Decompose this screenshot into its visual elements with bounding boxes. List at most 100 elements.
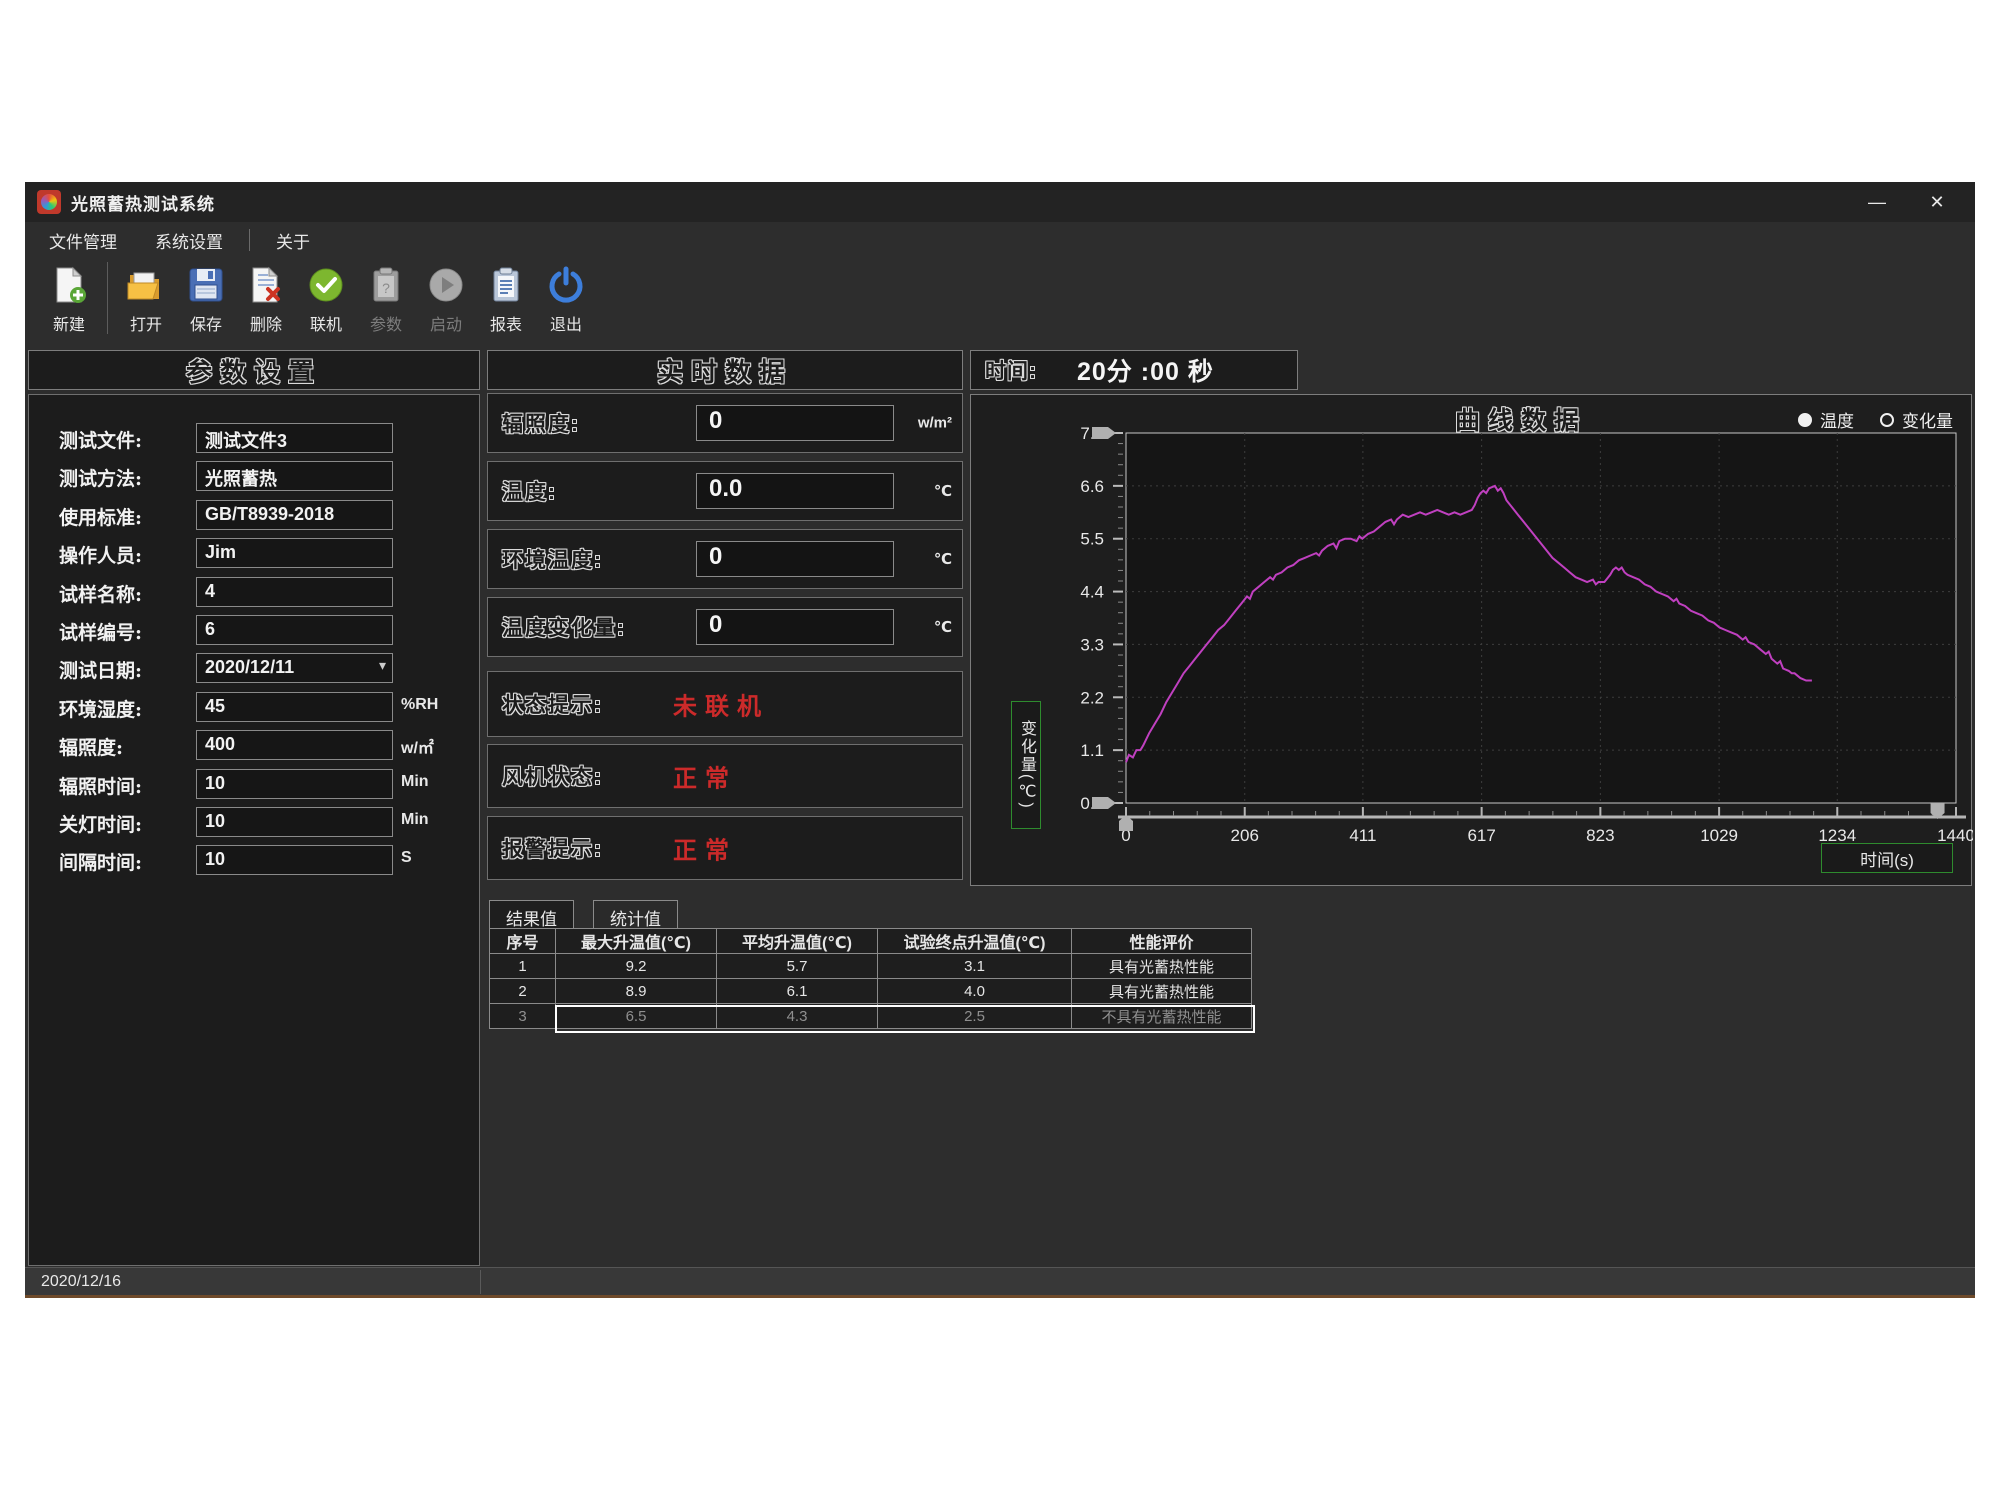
params-panel-header: 参数设置 bbox=[28, 350, 480, 390]
table-column-header: 性能评价 bbox=[1072, 929, 1252, 954]
table-cell: 5.7 bbox=[717, 954, 878, 979]
table-cell: 不具有光蓄热性能 bbox=[1072, 1004, 1252, 1029]
param-row: 操作人员:Jim bbox=[29, 538, 479, 568]
chevron-down-icon[interactable]: ▾ bbox=[379, 657, 386, 674]
menu-about[interactable]: 关于 bbox=[264, 224, 322, 257]
status-bar: 2020/12/16 bbox=[25, 1267, 1975, 1295]
table-column-header: 最大升温值(℃) bbox=[556, 929, 717, 954]
param-input[interactable]: 400 bbox=[196, 730, 393, 760]
title-bar[interactable]: 光照蓄热测试系统 — ✕ bbox=[25, 182, 1975, 222]
connect-button[interactable]: 联机 bbox=[296, 258, 356, 342]
param-input[interactable]: GB/T8939-2018 bbox=[196, 500, 393, 530]
curve-chart-svg[interactable]: 0.01.12.23.34.45.56.67.70206411617823102… bbox=[971, 395, 1973, 887]
curve-chart-panel: 曲线数据 温度 变化量 0.01.12.23.34.45.56.67.70206… bbox=[970, 394, 1972, 886]
delete-button[interactable]: 删除 bbox=[236, 258, 296, 342]
param-row: 关灯时间:10Min bbox=[29, 807, 479, 837]
param-unit: S bbox=[401, 849, 412, 867]
param-input[interactable]: 4 bbox=[196, 577, 393, 607]
param-label: 测试日期: bbox=[59, 656, 199, 683]
status-separator bbox=[480, 1270, 481, 1294]
reading-label: 温度: bbox=[502, 476, 557, 506]
reading-label: 温度变化量: bbox=[502, 612, 626, 642]
save-floppy-icon bbox=[185, 264, 227, 306]
param-unit: w/㎡ bbox=[401, 734, 434, 758]
param-input[interactable]: Jim bbox=[196, 538, 393, 568]
app-icon bbox=[37, 190, 61, 214]
menu-file-management[interactable]: 文件管理 bbox=[37, 224, 129, 257]
param-unit: %RH bbox=[401, 696, 438, 714]
param-row: 辐照度:400w/㎡ bbox=[29, 730, 479, 760]
param-input[interactable]: 测试文件3 bbox=[196, 423, 393, 453]
table-cell: 4.0 bbox=[878, 979, 1072, 1004]
svg-text:4.4: 4.4 bbox=[1080, 583, 1104, 602]
svg-text:3.3: 3.3 bbox=[1080, 635, 1104, 654]
timer-value: 20分 :00 秒 bbox=[1077, 352, 1214, 388]
reading-value: 0 bbox=[696, 609, 894, 645]
table-cell: 1 bbox=[490, 954, 556, 979]
tab-result-values[interactable]: 结果值 bbox=[489, 900, 574, 930]
svg-text:1029: 1029 bbox=[1700, 826, 1738, 845]
param-row: 试样编号:6 bbox=[29, 615, 479, 645]
svg-text:206: 206 bbox=[1231, 826, 1259, 845]
table-row[interactable]: 19.25.73.1具有光蓄热性能 bbox=[490, 954, 1252, 979]
menu-bar: 文件管理 系统设置 关于 bbox=[25, 222, 1975, 258]
toolbar: 新建 打开 保存 删除 联机 ? 参数 bbox=[25, 258, 1975, 346]
param-label: 关灯时间: bbox=[59, 810, 199, 837]
reading-unit: ℃ bbox=[934, 618, 952, 636]
minimize-button[interactable]: — bbox=[1847, 182, 1907, 222]
reading-unit: w/m² bbox=[918, 415, 952, 432]
exit-button[interactable]: 退出 bbox=[536, 258, 596, 342]
param-row: 间隔时间:10S bbox=[29, 845, 479, 875]
params-clipboard-icon: ? bbox=[365, 264, 407, 306]
reading-label: 辐照度: bbox=[502, 408, 580, 438]
window-title: 光照蓄热测试系统 bbox=[71, 190, 215, 215]
svg-text:617: 617 bbox=[1467, 826, 1495, 845]
report-button[interactable]: 报表 bbox=[476, 258, 536, 342]
table-column-header: 序号 bbox=[490, 929, 556, 954]
status-value: 正常 bbox=[673, 831, 737, 866]
table-cell: 具有光蓄热性能 bbox=[1072, 979, 1252, 1004]
open-button[interactable]: 打开 bbox=[116, 258, 176, 342]
param-input[interactable]: 45 bbox=[196, 692, 393, 722]
status-label: 报警提示: bbox=[502, 833, 603, 863]
param-label: 测试方法: bbox=[59, 464, 199, 491]
param-input[interactable]: 光照蓄热 bbox=[196, 461, 393, 491]
start-button: 启动 bbox=[416, 258, 476, 342]
timer-label: 时间: bbox=[985, 355, 1037, 385]
toolbar-separator bbox=[107, 262, 108, 334]
new-file-button[interactable]: 新建 bbox=[39, 258, 99, 342]
results-table-body: 序号最大升温值(℃)平均升温值(℃)试验终点升温值(℃)性能评价19.25.73… bbox=[490, 929, 1252, 1029]
param-row: 环境湿度:45%RH bbox=[29, 692, 479, 722]
param-label: 测试文件: bbox=[59, 426, 199, 453]
status-date: 2020/12/16 bbox=[25, 1273, 121, 1291]
svg-text:2.2: 2.2 bbox=[1080, 688, 1104, 707]
reading-value: 0 bbox=[696, 405, 894, 441]
table-row[interactable]: 28.96.14.0具有光蓄热性能 bbox=[490, 979, 1252, 1004]
param-label: 操作人员: bbox=[59, 541, 199, 568]
tab-statistic-values[interactable]: 统计值 bbox=[593, 900, 678, 930]
param-input[interactable]: 10 bbox=[196, 845, 393, 875]
realtime-reading-box: 温度变化量: 0 ℃ bbox=[487, 597, 963, 657]
param-date-select[interactable]: 2020/12/11▾ bbox=[196, 653, 393, 683]
results-table: 序号最大升温值(℃)平均升温值(℃)试验终点升温值(℃)性能评价19.25.73… bbox=[489, 928, 1252, 1029]
param-input[interactable]: 10 bbox=[196, 807, 393, 837]
status-value: 正常 bbox=[673, 759, 737, 794]
menu-system-settings[interactable]: 系统设置 bbox=[143, 224, 235, 257]
param-input[interactable]: 6 bbox=[196, 615, 393, 645]
param-unit: Min bbox=[401, 773, 429, 791]
y-axis-label: 变化量(℃) bbox=[1011, 701, 1041, 829]
param-row: 测试方法:光照蓄热 bbox=[29, 461, 479, 491]
table-cell: 4.3 bbox=[717, 1004, 878, 1029]
param-input[interactable]: 10 bbox=[196, 769, 393, 799]
param-row: 测试文件:测试文件3 bbox=[29, 423, 479, 453]
param-row: 使用标准:GB/T8939-2018 bbox=[29, 500, 479, 530]
table-cell: 6.5 bbox=[556, 1004, 717, 1029]
timer-header: 时间: 20分 :00 秒 bbox=[970, 350, 1298, 390]
param-label: 试样编号: bbox=[59, 618, 199, 645]
reading-unit: ℃ bbox=[934, 550, 952, 568]
table-row[interactable]: 36.54.32.5不具有光蓄热性能 bbox=[490, 1004, 1252, 1029]
status-box: 状态提示:未联机 bbox=[487, 671, 963, 737]
save-button[interactable]: 保存 bbox=[176, 258, 236, 342]
params-button: ? 参数 bbox=[356, 258, 416, 342]
close-button[interactable]: ✕ bbox=[1907, 182, 1967, 222]
